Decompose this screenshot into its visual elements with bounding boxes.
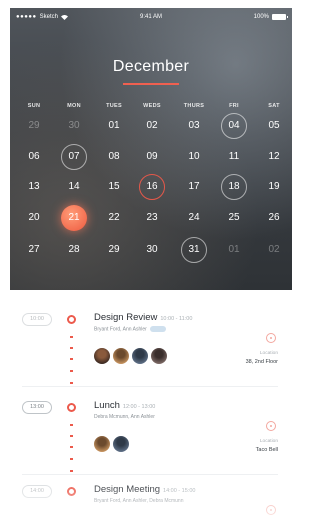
calendar-day[interactable]: 12 — [261, 144, 287, 170]
calendar-day[interactable]: 18 — [221, 174, 247, 200]
event-attendees: Debra Mcmunn, Ann Ashler — [94, 414, 155, 420]
timeline-dash — [70, 358, 73, 360]
calendar-header: ●●●●● Sketch 9:41 AM 100% December SUN MO… — [10, 8, 292, 290]
calendar-day[interactable]: 10 — [181, 144, 207, 170]
attendee-names: Bryant Ford, Ann Ashler — [94, 326, 147, 333]
calendar-day[interactable]: 02 — [261, 237, 287, 263]
more-attendees-tag[interactable] — [149, 326, 166, 332]
calendar-day-today[interactable]: 21 — [61, 205, 87, 231]
location-pin-icon[interactable] — [266, 505, 276, 515]
calendar-day[interactable]: 04 — [221, 113, 247, 139]
location-value: Taco Bell — [255, 447, 278, 453]
calendar-day[interactable]: 22 — [101, 205, 127, 231]
location-pin-icon[interactable] — [266, 333, 276, 343]
timeline-dash — [70, 382, 73, 384]
timeline-node-icon — [67, 403, 76, 412]
avatar[interactable] — [94, 436, 110, 452]
calendar-day[interactable]: 07 — [61, 144, 87, 170]
calendar-day[interactable]: 30 — [139, 237, 165, 263]
calendar-grid: 29 30 01 02 03 04 05 06 07 08 09 10 11 12 13 14 15 16 17 18… — [10, 8, 292, 290]
calendar-day[interactable]: 16 — [139, 174, 165, 200]
avatar[interactable] — [132, 348, 148, 364]
location-pin-icon[interactable] — [266, 421, 276, 431]
event-time-range: 14:00 - 15:00 — [163, 488, 196, 494]
event-title: Design Review 10:00 - 11:00 — [94, 312, 192, 323]
calendar-day[interactable]: 15 — [101, 174, 127, 200]
event-divider — [22, 474, 278, 475]
calendar-day[interactable]: 23 — [139, 205, 165, 231]
calendar-day[interactable]: 19 — [261, 174, 287, 200]
avatar-group — [94, 436, 129, 452]
calendar-day[interactable]: 11 — [221, 144, 247, 170]
event-list: 10:00 Design Review 10:00 - 11:00 Bryant Fo… — [10, 290, 292, 522]
calendar-day[interactable]: 08 — [101, 144, 127, 170]
calendar-day[interactable]: 03 — [181, 113, 207, 139]
calendar-day[interactable]: 17 — [181, 174, 207, 200]
calendar-day[interactable]: 20 — [21, 205, 47, 231]
calendar-day[interactable]: 24 — [181, 205, 207, 231]
attendee-names: Debra Mcmunn, Ann Ashler — [94, 414, 155, 420]
event-title: Design Meeting 14:00 - 15:00 — [94, 484, 195, 495]
calendar-day[interactable]: 02 — [139, 113, 165, 139]
timeline-dash — [70, 446, 73, 448]
timeline-dash — [70, 424, 73, 426]
calendar-day[interactable]: 30 — [61, 113, 87, 139]
event-attendees: Bryant Ford, Ann Ashler — [94, 326, 166, 332]
avatar[interactable] — [151, 348, 167, 364]
timeline-node-icon — [67, 315, 76, 324]
event-time-pill: 13:00 — [22, 401, 52, 414]
event-title-text: Design Meeting — [94, 484, 161, 495]
avatar[interactable] — [113, 348, 129, 364]
calendar-day[interactable]: 26 — [261, 205, 287, 231]
location-value: 38, 2nd Floor — [245, 359, 278, 365]
calendar-day[interactable]: 01 — [101, 113, 127, 139]
attendee-names: Bryant Ford, Ann Ashler, Debra Mcmunn — [94, 498, 184, 504]
calendar-day[interactable]: 31 — [181, 237, 207, 263]
event-attendees: Bryant Ford, Ann Ashler, Debra Mcmunn — [94, 498, 184, 504]
event-time-range: 12:00 - 13:00 — [122, 404, 156, 410]
calendar-day[interactable]: 14 — [61, 174, 87, 200]
event-time-range: 10:00 - 11:00 — [160, 316, 193, 322]
calendar-day[interactable]: 25 — [221, 205, 247, 231]
event-time-pill: 10:00 — [22, 313, 52, 326]
event-title-text: Design Review — [94, 312, 158, 323]
calendar-day[interactable]: 05 — [261, 113, 287, 139]
event-title: Lunch 12:00 - 13:00 — [94, 400, 155, 411]
calendar-day[interactable]: 09 — [139, 144, 165, 170]
avatar-group — [94, 348, 167, 364]
event-time-pill: 14:00 — [22, 485, 52, 498]
avatar[interactable] — [94, 348, 110, 364]
calendar-day[interactable]: 13 — [21, 174, 47, 200]
calendar-day[interactable]: 28 — [61, 237, 87, 263]
phone-screen: ●●●●● Sketch 9:41 AM 100% December SUN MO… — [0, 0, 296, 522]
calendar-day[interactable]: 06 — [21, 144, 47, 170]
timeline-dash — [70, 370, 73, 372]
timeline-dash — [70, 458, 73, 460]
calendar-day[interactable]: 29 — [101, 237, 127, 263]
timeline-dash — [70, 435, 73, 437]
calendar-day[interactable]: 29 — [21, 113, 47, 139]
timeline-dash — [70, 470, 73, 472]
event-divider — [22, 386, 278, 387]
avatar[interactable] — [113, 436, 129, 452]
timeline-node-icon — [67, 487, 76, 496]
calendar-day[interactable]: 27 — [21, 237, 47, 263]
calendar-day[interactable]: 01 — [221, 237, 247, 263]
timeline-dash — [70, 336, 73, 338]
timeline-dash — [70, 347, 73, 349]
event-title-text: Lunch — [94, 400, 120, 411]
location-label: Location — [259, 351, 278, 356]
location-label: Location — [259, 439, 278, 444]
